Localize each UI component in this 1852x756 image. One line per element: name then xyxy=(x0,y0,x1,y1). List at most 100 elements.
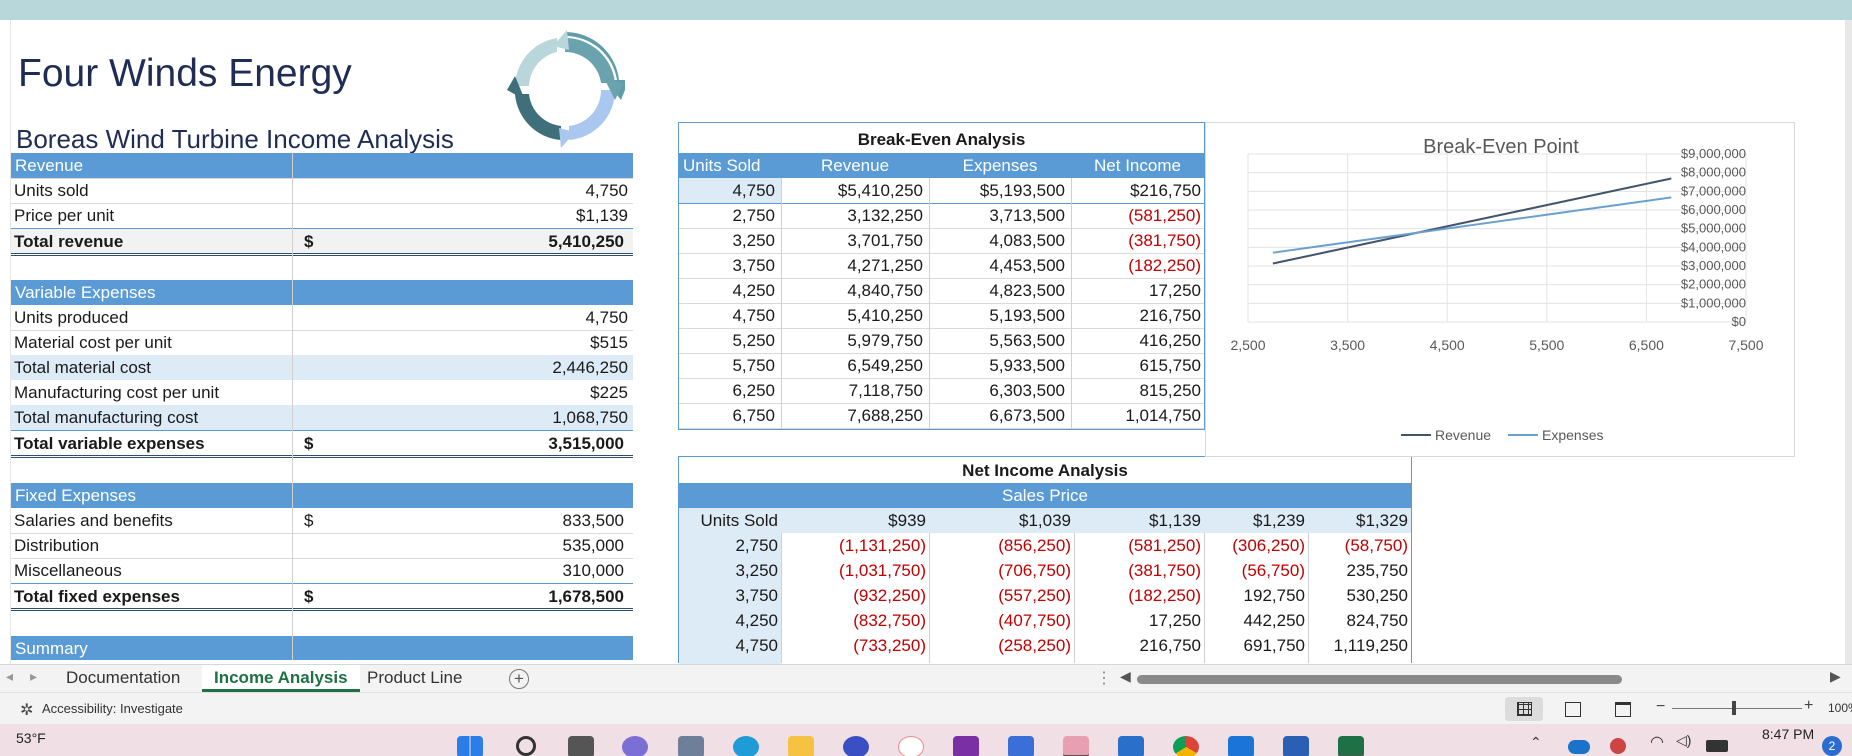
mfg-cost-value[interactable]: $225 xyxy=(480,380,628,405)
chrome-icon[interactable] xyxy=(1173,736,1199,756)
breakeven-cell[interactable]: 3,250 xyxy=(679,228,775,253)
hscroll-right-icon[interactable]: ▶ xyxy=(1830,668,1841,685)
breakeven-cell[interactable]: 5,563,500 xyxy=(929,328,1065,353)
misc-value[interactable]: 310,000 xyxy=(480,558,624,583)
netincome-cell[interactable]: (407,750) xyxy=(929,608,1071,633)
total-revenue-value[interactable]: 5,410,250 xyxy=(480,229,624,254)
netincome-cell[interactable]: 17,250 xyxy=(1074,608,1201,633)
tray-chevron-icon[interactable]: ⌃ xyxy=(1530,734,1542,751)
netincome-cell[interactable]: (706,750) xyxy=(929,558,1071,583)
breakeven-cell[interactable]: 5,979,750 xyxy=(781,328,923,353)
mfg-cost-label[interactable]: Manufacturing cost per unit xyxy=(14,380,219,405)
notepad-icon[interactable] xyxy=(1008,736,1034,756)
breakeven-cell[interactable]: 815,250 xyxy=(1071,378,1201,403)
breakeven-cell[interactable]: 3,132,250 xyxy=(781,203,923,228)
netincome-cell[interactable]: (58,750) xyxy=(1308,533,1408,558)
sales-price-header-cell[interactable]: $939 xyxy=(781,508,926,533)
netincome-cell[interactable]: 530,250 xyxy=(1308,583,1408,608)
netincome-cell[interactable]: 4,250 xyxy=(679,608,778,633)
normal-view-icon[interactable] xyxy=(1505,697,1543,721)
accessibility-icon[interactable]: ✲ xyxy=(20,700,33,720)
onedrive-icon[interactable] xyxy=(1568,740,1590,754)
netincome-cell[interactable]: 1,119,250 xyxy=(1308,633,1408,658)
volume-icon[interactable]: ◁) xyxy=(1676,732,1691,749)
breakeven-cell[interactable]: 6,303,500 xyxy=(929,378,1065,403)
units-produced-label[interactable]: Units produced xyxy=(14,305,128,330)
mail-icon[interactable] xyxy=(1118,736,1144,756)
total-fixed-label[interactable]: Total fixed expenses xyxy=(14,584,180,609)
total-mfg-label[interactable]: Total manufacturing cost xyxy=(14,405,198,430)
netincome-cell[interactable]: 216,750 xyxy=(1074,633,1201,658)
snipping-tool-icon[interactable] xyxy=(1063,736,1089,756)
breakeven-cell[interactable]: 5,933,500 xyxy=(929,353,1065,378)
splitter-icon[interactable]: ⋮ xyxy=(1096,668,1112,688)
zoom-level[interactable]: 100% xyxy=(1828,696,1852,721)
breakeven-cell[interactable]: 4,083,500 xyxy=(929,228,1065,253)
netincome-cell[interactable]: 235,750 xyxy=(1308,558,1408,583)
itunes-icon[interactable] xyxy=(898,736,924,756)
netincome-cell[interactable]: (182,250) xyxy=(1074,583,1201,608)
breakeven-cell[interactable]: $5,410,250 xyxy=(781,178,923,203)
zoom-app-icon[interactable] xyxy=(1228,736,1254,756)
breakeven-cell[interactable]: 6,750 xyxy=(679,403,775,428)
breakeven-col-header[interactable]: Units Sold xyxy=(679,153,781,178)
breakeven-col-header[interactable]: Net Income xyxy=(1071,153,1204,178)
breakeven-cell[interactable]: 416,250 xyxy=(1071,328,1201,353)
zoom-in-icon[interactable]: + xyxy=(1804,697,1813,715)
netincome-cell[interactable]: (381,750) xyxy=(1074,558,1201,583)
misc-label[interactable]: Miscellaneous xyxy=(14,558,122,583)
netincome-cell[interactable]: 442,250 xyxy=(1204,608,1305,633)
total-material-label[interactable]: Total material cost xyxy=(14,355,151,380)
zoom-slider-thumb[interactable] xyxy=(1732,701,1736,715)
netincome-cell[interactable]: (557,250) xyxy=(929,583,1071,608)
vertical-scrollbar[interactable] xyxy=(1845,20,1852,667)
breakeven-cell[interactable]: 5,410,250 xyxy=(781,303,923,328)
excel-icon[interactable] xyxy=(1338,736,1364,756)
clock-time[interactable]: 8:47 PM xyxy=(1762,722,1814,747)
netincome-cell[interactable]: (832,750) xyxy=(781,608,926,633)
total-material-value[interactable]: 2,446,250 xyxy=(480,355,628,380)
breakeven-col-header[interactable]: Expenses xyxy=(929,153,1071,178)
netincome-cell[interactable]: 3,250 xyxy=(679,558,778,583)
calculator-icon[interactable] xyxy=(678,736,704,756)
salaries-value[interactable]: 833,500 xyxy=(480,508,624,533)
breakeven-cell[interactable]: 7,118,750 xyxy=(781,378,923,403)
zoom-slider[interactable] xyxy=(1672,708,1802,709)
breakeven-cell[interactable]: 1,014,750 xyxy=(1071,403,1201,428)
notification-badge[interactable]: 2 xyxy=(1822,736,1842,756)
scroll-right-icon[interactable]: ▸ xyxy=(30,668,37,685)
total-variable-value[interactable]: 3,515,000 xyxy=(480,431,624,456)
netincome-cell[interactable]: 192,750 xyxy=(1204,583,1305,608)
breakeven-cell[interactable]: 6,549,250 xyxy=(781,353,923,378)
breakeven-col-header[interactable]: Revenue xyxy=(781,153,929,178)
sales-price-header-cell[interactable]: $1,139 xyxy=(1074,508,1201,533)
breakeven-cell[interactable]: 5,250 xyxy=(679,328,775,353)
distribution-label[interactable]: Distribution xyxy=(14,533,99,558)
breakeven-cell[interactable]: 3,750 xyxy=(679,253,775,278)
wifi-icon[interactable]: ◠ xyxy=(1650,732,1664,752)
units-produced-value[interactable]: 4,750 xyxy=(480,305,628,330)
breakeven-cell[interactable]: 3,713,500 xyxy=(929,203,1065,228)
netincome-cell[interactable]: 4,750 xyxy=(679,633,778,658)
units-sold-label[interactable]: Units sold xyxy=(14,178,89,203)
netincome-cell[interactable]: 2,750 xyxy=(679,533,778,558)
search-icon[interactable] xyxy=(516,736,536,756)
netincome-cell[interactable]: 3,750 xyxy=(679,583,778,608)
breakeven-cell[interactable]: (581,250) xyxy=(1071,203,1201,228)
tab-documentation[interactable]: Documentation xyxy=(54,665,192,692)
hscroll-left-icon[interactable]: ◀ xyxy=(1120,668,1131,685)
total-revenue-label[interactable]: Total revenue xyxy=(14,229,123,254)
units-sold-value[interactable]: 4,750 xyxy=(480,178,628,203)
netincome-cell[interactable]: (1,131,250) xyxy=(781,533,926,558)
horizontal-scrollbar-thumb[interactable] xyxy=(1137,675,1622,684)
copilot-icon[interactable] xyxy=(843,736,869,756)
total-variable-label[interactable]: Total variable expenses xyxy=(14,431,205,456)
sales-price-header-cell[interactable]: $1,239 xyxy=(1204,508,1305,533)
sales-price-header-cell[interactable]: $1,329 xyxy=(1308,508,1408,533)
breakeven-cell[interactable]: 4,271,250 xyxy=(781,253,923,278)
netincome-cell[interactable]: (1,031,750) xyxy=(781,558,926,583)
breakeven-cell[interactable]: 216,750 xyxy=(1071,303,1201,328)
breakeven-cell[interactable]: 4,250 xyxy=(679,278,775,303)
scroll-left-icon[interactable]: ◂ xyxy=(6,668,13,685)
sales-price-header-cell[interactable]: $1,039 xyxy=(929,508,1071,533)
